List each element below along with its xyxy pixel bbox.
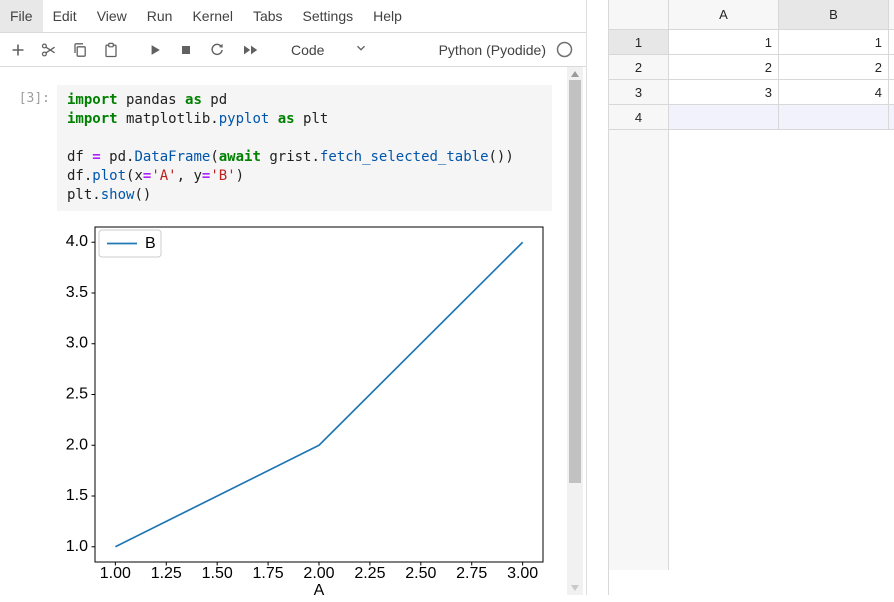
cell-b3[interactable]: 4	[779, 80, 889, 105]
x-tick-label: 3.00	[507, 565, 538, 582]
menu-tabs[interactable]: Tabs	[243, 0, 293, 32]
spreadsheet-panel: A B 1 1 1 2 2 2 3 3 4 4	[608, 0, 894, 595]
cell-next	[889, 55, 894, 80]
chevron-down-icon	[354, 41, 368, 58]
cell-a4[interactable]	[669, 105, 779, 130]
x-tick-label: 2.25	[354, 565, 385, 582]
add-row: 4	[609, 105, 894, 130]
table-row: 1 1 1	[609, 30, 894, 55]
column-header-a[interactable]: A	[669, 0, 779, 30]
code-lines: import pandas as pdimport matplotlib.pyp…	[67, 91, 542, 205]
scissors-icon	[41, 42, 57, 58]
notebook-scrollbar[interactable]	[567, 67, 583, 595]
cell-a1[interactable]: 1	[669, 30, 779, 55]
row-number[interactable]: 3	[609, 80, 669, 105]
y-tick-label: 2.5	[66, 386, 88, 403]
code-editor[interactable]: import pandas as pdimport matplotlib.pyp…	[57, 85, 552, 211]
cell-next	[889, 105, 894, 130]
cell-type-select[interactable]: Code	[291, 42, 324, 58]
code-line: df.plot(x='A', y='B')	[67, 167, 542, 186]
scrollbar-thumb[interactable]	[569, 80, 581, 483]
y-tick-label: 3.0	[66, 335, 88, 352]
code-line: import matplotlib.pyplot as plt	[67, 110, 542, 129]
cell-b1[interactable]: 1	[779, 30, 889, 55]
cell-a3[interactable]: 3	[669, 80, 779, 105]
row-number[interactable]: 1	[609, 30, 669, 55]
x-tick-label: 1.00	[100, 565, 131, 582]
axes-box	[95, 227, 543, 562]
x-tick-label: 2.75	[456, 565, 487, 582]
code-line: import pandas as pd	[67, 91, 542, 110]
x-tick-label: 1.25	[151, 565, 182, 582]
cell-next	[889, 80, 894, 105]
menu-help[interactable]: Help	[363, 0, 412, 32]
code-cell: [3]: import pandas as pdimport matplotli…	[0, 85, 586, 211]
run-all-button[interactable]	[236, 37, 264, 63]
y-tick-label: 2.0	[66, 436, 88, 453]
copy-icon	[72, 42, 88, 58]
menubar: File Edit View Run Kernel Tabs Settings …	[0, 0, 586, 33]
y-tick-label: 1.0	[66, 538, 88, 555]
column-header-b[interactable]: B	[779, 0, 889, 30]
scroll-up-arrow-icon[interactable]	[571, 71, 579, 77]
menu-run[interactable]: Run	[137, 0, 183, 32]
menu-file[interactable]: File	[0, 0, 43, 32]
paste-button[interactable]	[99, 37, 123, 63]
interrupt-button[interactable]	[174, 37, 198, 63]
copy-button[interactable]	[68, 37, 92, 63]
stop-icon	[178, 42, 194, 58]
execution-count: [3]:	[0, 85, 50, 211]
plus-icon	[10, 42, 26, 58]
refresh-icon	[209, 42, 225, 58]
x-tick-label: 1.75	[253, 565, 284, 582]
corner-cell[interactable]	[609, 0, 669, 30]
cell-b4[interactable]	[779, 105, 889, 130]
sheet-header-row: A B	[609, 0, 894, 30]
cell-next	[889, 30, 894, 55]
y-tick-label: 1.5	[66, 487, 88, 504]
scroll-down-arrow-icon[interactable]	[571, 585, 579, 591]
code-line: df = pd.DataFrame(await grist.fetch_sele…	[67, 148, 542, 167]
column-header-next	[889, 0, 894, 30]
x-tick-label: 2.00	[303, 565, 334, 582]
cell-a2[interactable]: 2	[669, 55, 779, 80]
figure-svg: 1.00 1.25 1.50 1.75 2.00 2.25 2.50 2.75 3.00 1.0 1…	[45, 222, 561, 602]
x-axis-label: A	[314, 582, 325, 599]
row-number[interactable]: 2	[609, 55, 669, 80]
run-button[interactable]	[143, 37, 167, 63]
table-row: 2 2 2	[609, 55, 894, 80]
kernel-name-label: Python (Pyodide)	[439, 42, 546, 58]
y-tick-label: 4.0	[66, 233, 88, 250]
x-tick-label: 2.50	[405, 565, 436, 582]
add-cell-button[interactable]	[6, 37, 30, 63]
table-row: 3 3 4	[609, 80, 894, 105]
legend: B	[99, 230, 161, 257]
code-line: plt.show()	[67, 186, 542, 205]
row-number[interactable]: 4	[609, 105, 669, 130]
notebook-panel: File Edit View Run Kernel Tabs Settings …	[0, 0, 587, 595]
menu-view[interactable]: View	[87, 0, 137, 32]
menu-edit[interactable]: Edit	[43, 0, 87, 32]
menu-settings[interactable]: Settings	[293, 0, 364, 32]
fast-forward-icon	[241, 42, 260, 58]
kernel-status-icon	[556, 41, 573, 58]
x-tick-label: 1.50	[202, 565, 233, 582]
row-gutter-tail	[609, 130, 669, 570]
cut-button[interactable]	[37, 37, 61, 63]
legend-label: B	[145, 235, 156, 252]
paste-icon	[103, 42, 119, 58]
code-line	[67, 129, 542, 148]
y-tick-label: 3.5	[66, 284, 88, 301]
cell-b2[interactable]: 2	[779, 55, 889, 80]
restart-kernel-button[interactable]	[205, 37, 229, 63]
cell-type-dropdown[interactable]	[354, 41, 368, 58]
play-icon	[147, 42, 163, 58]
toolbar: Code Python (Pyodide)	[0, 33, 586, 67]
menu-kernel[interactable]: Kernel	[182, 0, 242, 32]
